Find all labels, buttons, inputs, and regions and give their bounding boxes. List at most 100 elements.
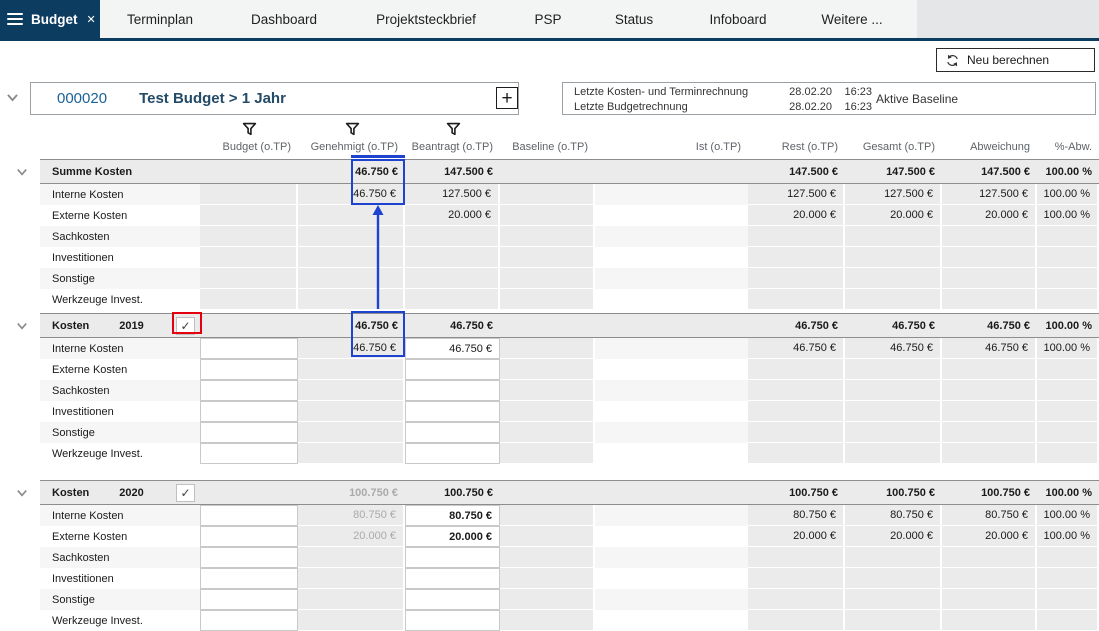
add-button[interactable]: + [496,87,518,109]
cell-budget [200,289,298,310]
cell-budget[interactable] [200,338,298,359]
cell-value-rest: 46.750 € [795,320,838,332]
cell-budget[interactable] [200,401,298,422]
column-header[interactable]: Gesamt (o.TP) [845,141,935,155]
cell-budget[interactable] [200,380,298,401]
column-header[interactable]: Baseline (o.TP) [500,141,588,155]
cell-bean[interactable]: 46.750 € [405,338,500,359]
cell-ges [845,422,942,443]
cell-abw [942,568,1037,589]
tab-weitere[interactable]: Weitere ... [811,0,893,38]
cell-budget[interactable] [200,610,298,631]
cell-gen [298,589,405,610]
cell-ges: 147.500 € [845,160,942,183]
cell-rest: 46.750 € [748,314,845,337]
section-expand-chevron[interactable] [16,166,28,181]
cell-bean[interactable] [405,422,500,443]
hamburger-menu-icon[interactable] [7,13,23,25]
cell-bean[interactable] [405,443,500,464]
tab-psp[interactable]: PSP [518,0,578,38]
row-label: Investitionen [52,573,114,585]
cell-base [500,314,595,337]
table-row: Investitionen [40,247,1099,268]
recalculate-button[interactable]: Neu berechnen [936,48,1095,72]
cell-p [1037,401,1099,422]
cell-value-p: 100.00 % [1046,487,1092,499]
plus-icon: + [501,89,512,108]
tab-terminplan[interactable]: Terminplan [120,0,200,38]
cell-cb [160,526,200,547]
cell-gen [298,422,405,443]
cell-base [500,610,595,631]
cell-rest: 46.750 € [748,338,845,359]
cell-cb [160,338,200,359]
column-header[interactable]: Beantragt (o.TP) [405,141,493,155]
cell-base [500,443,595,464]
cell-budget[interactable] [200,589,298,610]
column-header[interactable]: Genehmigt (o.TP) [298,141,398,155]
tab-status[interactable]: Status [604,0,664,38]
column-header[interactable]: Ist (o.TP) [650,141,741,155]
cell-bean[interactable]: 20.000 € [405,526,500,547]
recalculate-label: Neu berechnen [967,53,1049,67]
row-label: Sachkosten [52,552,109,564]
cell-value-bean: 20.000 € [448,209,491,221]
tab-dashboard[interactable]: Dashboard [244,0,324,38]
cell-abw [942,547,1037,568]
cell-budget[interactable] [200,547,298,568]
year-checkbox[interactable]: ✓ [176,484,195,502]
cell-bean[interactable] [405,359,500,380]
cell-budget[interactable] [200,568,298,589]
filter-icon[interactable] [345,122,360,137]
cell-ist [650,314,748,337]
nav-right-segment [917,0,1099,38]
close-tab-icon[interactable]: ✕ [87,13,96,26]
cell-budget[interactable] [200,526,298,547]
cell-cb [160,568,200,589]
row-label: Werkzeuge Invest. [52,294,143,306]
cell-abw: 20.000 € [942,205,1037,226]
column-header[interactable]: Abweichung [942,141,1030,155]
cell-label: Sachkosten [40,547,160,568]
cell-rest: 100.750 € [748,481,845,504]
cell-cb [160,589,200,610]
cell-bean[interactable] [405,380,500,401]
cell-budget[interactable] [200,359,298,380]
checkmark-icon: ✓ [180,486,190,500]
cell-bean[interactable] [405,610,500,631]
cell-p: 100.00 % [1037,526,1099,547]
cell-cb [160,610,200,631]
cell-abw [942,443,1037,464]
cell-ges: 20.000 € [845,526,942,547]
section-expand-chevron[interactable] [16,487,28,502]
section-label: Kosten [52,487,89,499]
cell-bean[interactable] [405,589,500,610]
cell-value-p: 100.00 % [1044,509,1090,521]
cell-bean[interactable] [405,568,500,589]
cell-bean[interactable]: 80.750 € [405,505,500,526]
filter-icon[interactable] [242,122,257,137]
cell-rest [748,589,845,610]
row-label: Interne Kosten [52,510,124,522]
cell-label: Werkzeuge Invest. [40,610,160,631]
section-expand-chevron[interactable] [16,320,28,335]
cell-gap [595,610,650,631]
cell-ges [845,289,942,310]
tab-budget-active[interactable]: Budget ✕ [0,0,100,38]
filter-icon[interactable] [446,122,461,137]
cell-gap [595,422,650,443]
cell-p [1037,610,1099,631]
column-header[interactable]: %-Abw. [1037,141,1092,155]
cell-p [1037,247,1099,268]
project-expand-chevron[interactable] [6,91,19,104]
cell-ges: 46.750 € [845,338,942,359]
cell-budget[interactable] [200,505,298,526]
column-header[interactable]: Rest (o.TP) [748,141,838,155]
tab-projektsteckbrief[interactable]: Projektsteckbrief [366,0,486,38]
column-header[interactable]: Budget (o.TP) [200,141,291,155]
tab-infoboard[interactable]: Infoboard [692,0,784,38]
cell-bean[interactable] [405,547,500,568]
cell-budget[interactable] [200,443,298,464]
cell-budget[interactable] [200,422,298,443]
cell-bean[interactable] [405,401,500,422]
